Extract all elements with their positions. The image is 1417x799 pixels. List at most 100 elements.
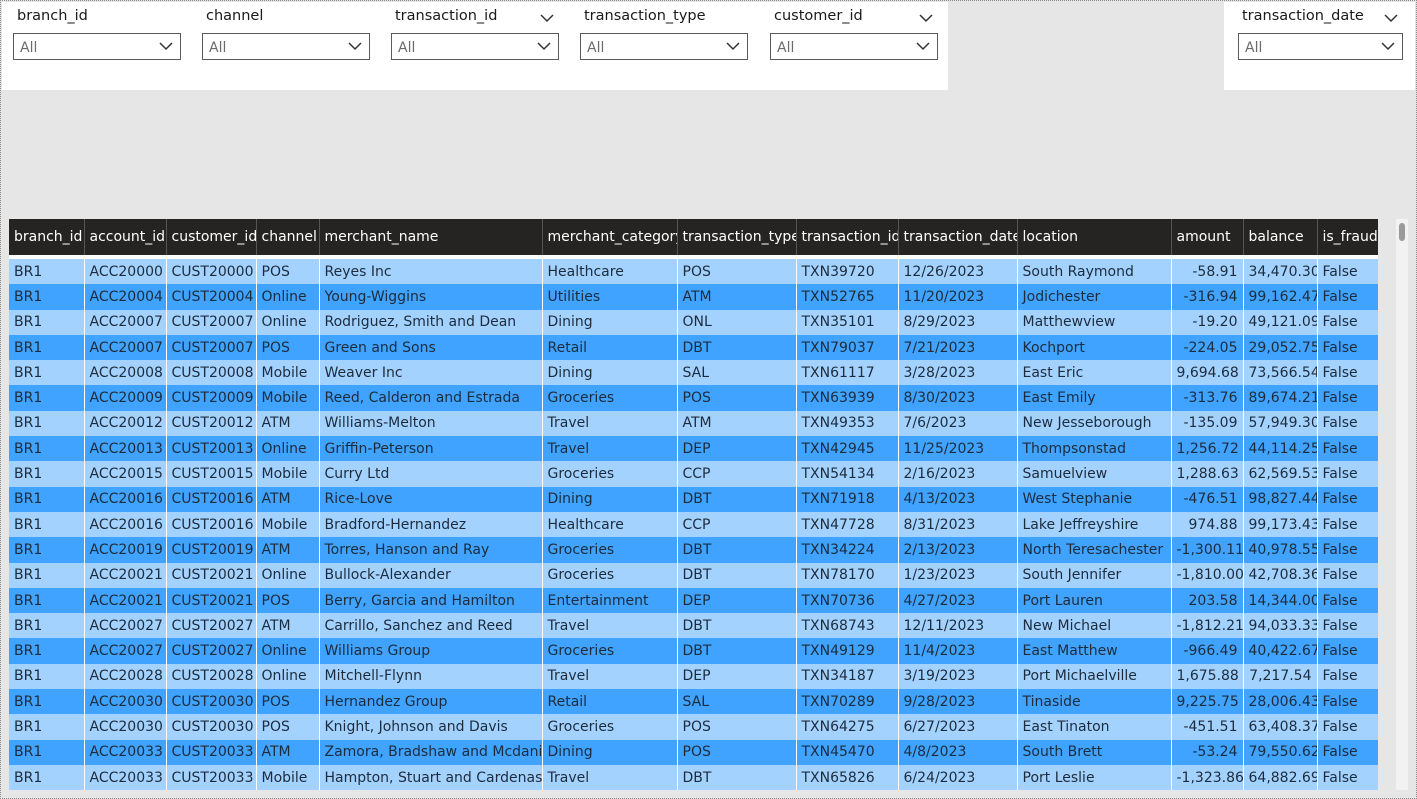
- table-row[interactable]: BR1 ACC20028 CUST20028 Online Mitchell-Flynn…: [9, 663, 1378, 690]
- table-cell-customer-id: CUST20013: [166, 436, 257, 462]
- table-cell-transaction-type: POS: [677, 714, 797, 740]
- column-header[interactable]: is_fraud: [1317, 219, 1378, 255]
- chevron-down-icon[interactable]: [540, 8, 554, 23]
- column-header[interactable]: transaction_id: [796, 219, 899, 255]
- table-cell-balance: 79,550.62: [1243, 739, 1318, 765]
- table-cell-channel: Online: [256, 309, 320, 335]
- table-cell-merchant-name: Zamora, Bradshaw and Mcdaniel: [319, 739, 543, 765]
- table-cell-is-fraud: False: [1317, 739, 1378, 765]
- slicer-channel: channel All: [202, 2, 370, 90]
- table-cell-transaction-date: 9/28/2023: [898, 689, 1018, 715]
- table-row[interactable]: BR1 ACC20016 CUST20016 Mobile Bradford-Herna…: [9, 511, 1378, 538]
- table-row[interactable]: BR1 ACC20013 CUST20013 Online Griffin-Peters…: [9, 436, 1378, 462]
- table-row[interactable]: BR1 ACC20021 CUST20021 POS Berry, Garcia and…: [9, 587, 1378, 614]
- table-row[interactable]: BR1 ACC20027 CUST20027 Online Williams Group…: [9, 638, 1378, 664]
- table-cell-account-id: ACC20027: [84, 638, 167, 664]
- column-header[interactable]: branch_id: [9, 219, 85, 255]
- slicer-dropdown[interactable]: All: [1238, 33, 1403, 60]
- table-cell-transaction-id: TXN52765: [796, 284, 899, 310]
- table-row[interactable]: BR1 ACC20030 CUST20030 POS Knight, Johnson a…: [9, 714, 1378, 740]
- table-cell-transaction-id: TXN39720: [796, 259, 899, 285]
- column-header[interactable]: merchant_category: [542, 219, 678, 255]
- table-cell-merchant-name: Knight, Johnson and Davis: [319, 714, 543, 740]
- table-cell-transaction-date: 1/23/2023: [898, 562, 1018, 588]
- table-row[interactable]: BR1 ACC20021 CUST20021 Online Bullock-Alexan…: [9, 562, 1378, 588]
- table-row[interactable]: BR1 ACC20007 CUST20007 POS Green and Sons Ret…: [9, 334, 1378, 361]
- table-cell-balance: 94,033.33: [1243, 613, 1318, 639]
- table-cell-transaction-id: TXN54134: [796, 461, 899, 487]
- table-cell-is-fraud: False: [1317, 309, 1378, 335]
- table-cell-customer-id: CUST20016: [166, 486, 257, 512]
- table-cell-branch-id: BR1: [9, 663, 85, 690]
- table-cell-is-fraud: False: [1317, 360, 1378, 386]
- table-cell-amount: -135.09: [1171, 410, 1244, 437]
- slicer-dropdown[interactable]: All: [580, 33, 748, 60]
- column-header[interactable]: location: [1017, 219, 1172, 255]
- table-row[interactable]: BR1 ACC20015 CUST20015 Mobile Curry Ltd Groce…: [9, 461, 1378, 487]
- slicer-value: All: [398, 40, 416, 56]
- table-cell-transaction-date: 12/26/2023: [898, 259, 1018, 285]
- table-cell-transaction-type: CCP: [677, 461, 797, 487]
- table-cell-branch-id: BR1: [9, 689, 85, 715]
- table-scrollbar[interactable]: [1396, 219, 1408, 790]
- table-cell-merchant-name: Rice-Love: [319, 486, 543, 512]
- table-row[interactable]: BR1 ACC20000 CUST20000 POS Reyes Inc Healthca…: [9, 259, 1378, 285]
- table-cell-branch-id: BR1: [9, 486, 85, 512]
- table-cell-channel: ATM: [256, 486, 320, 512]
- table-row[interactable]: BR1 ACC20033 CUST20033 ATM Zamora, Bradshaw …: [9, 739, 1378, 765]
- table-cell-branch-id: BR1: [9, 385, 85, 411]
- table-cell-location: Thompsonstad: [1017, 436, 1172, 462]
- table-cell-amount: -313.76: [1171, 385, 1244, 411]
- column-header[interactable]: transaction_date: [898, 219, 1018, 255]
- table-row[interactable]: BR1 ACC20007 CUST20007 Online Rodriguez, Smi…: [9, 309, 1378, 335]
- column-header[interactable]: amount: [1171, 219, 1244, 255]
- table-row[interactable]: BR1 ACC20004 CUST20004 Online Young-Wiggins U…: [9, 284, 1378, 310]
- table-cell-transaction-type: SAL: [677, 689, 797, 715]
- table-cell-transaction-date: 2/13/2023: [898, 537, 1018, 563]
- table-cell-transaction-type: DEP: [677, 587, 797, 614]
- table-cell-merchant-name: Williams-Melton: [319, 410, 543, 437]
- slicer-dropdown[interactable]: All: [202, 33, 370, 60]
- table-cell-transaction-date: 11/4/2023: [898, 638, 1018, 664]
- table-cell-merchant-name: Torres, Hanson and Ray: [319, 537, 543, 563]
- table-cell-transaction-type: DEP: [677, 436, 797, 462]
- table-cell-transaction-id: TXN70289: [796, 689, 899, 715]
- table-cell-transaction-date: 11/20/2023: [898, 284, 1018, 310]
- chevron-down-icon[interactable]: [1384, 8, 1398, 23]
- column-header[interactable]: balance: [1243, 219, 1318, 255]
- table-cell-channel: Mobile: [256, 764, 320, 790]
- table-cell-channel: Online: [256, 663, 320, 690]
- table-cell-amount: -1,812.21: [1171, 613, 1244, 639]
- slicer-dropdown[interactable]: All: [391, 33, 559, 60]
- slicer-title: customer_id: [774, 8, 863, 24]
- table-cell-customer-id: CUST20008: [166, 360, 257, 386]
- table-cell-customer-id: CUST20033: [166, 764, 257, 790]
- table-row[interactable]: BR1 ACC20027 CUST20027 ATM Carrillo, Sanchez…: [9, 613, 1378, 639]
- table-row[interactable]: BR1 ACC20009 CUST20009 Mobile Reed, Calderon…: [9, 385, 1378, 411]
- table-row[interactable]: BR1 ACC20030 CUST20030 POS Hernandez Group Re…: [9, 689, 1378, 715]
- column-header[interactable]: merchant_name: [319, 219, 543, 255]
- table-row[interactable]: BR1 ACC20019 CUST20019 ATM Torres, Hanson an…: [9, 537, 1378, 563]
- table-cell-amount: -966.49: [1171, 638, 1244, 664]
- column-header[interactable]: customer_id: [166, 219, 257, 255]
- table-row[interactable]: BR1 ACC20012 CUST20012 ATM Williams-Melton Tr…: [9, 410, 1378, 437]
- table-cell-merchant-category: Dining: [542, 309, 678, 335]
- table-cell-amount: -19.20: [1171, 309, 1244, 335]
- table-cell-transaction-type: DEP: [677, 663, 797, 690]
- table-row[interactable]: BR1 ACC20033 CUST20033 Mobile Hampton, Stuar…: [9, 764, 1378, 790]
- table-cell-account-id: ACC20030: [84, 689, 167, 715]
- table-cell-is-fraud: False: [1317, 714, 1378, 740]
- table-row[interactable]: BR1 ACC20016 CUST20016 ATM Rice-Love Dining DB…: [9, 486, 1378, 512]
- slicer-dropdown[interactable]: All: [770, 33, 938, 60]
- table-row[interactable]: BR1 ACC20008 CUST20008 Mobile Weaver Inc Dini…: [9, 360, 1378, 386]
- chevron-down-icon[interactable]: [919, 8, 933, 23]
- column-header[interactable]: channel: [256, 219, 320, 255]
- table-cell-merchant-category: Groceries: [542, 537, 678, 563]
- slicer-dropdown[interactable]: All: [13, 33, 181, 60]
- scrollbar-thumb[interactable]: [1399, 223, 1405, 241]
- table-cell-is-fraud: False: [1317, 385, 1378, 411]
- column-header[interactable]: transaction_type: [677, 219, 797, 255]
- table-cell-branch-id: BR1: [9, 613, 85, 639]
- column-header[interactable]: account_id: [84, 219, 167, 255]
- table-cell-branch-id: BR1: [9, 587, 85, 614]
